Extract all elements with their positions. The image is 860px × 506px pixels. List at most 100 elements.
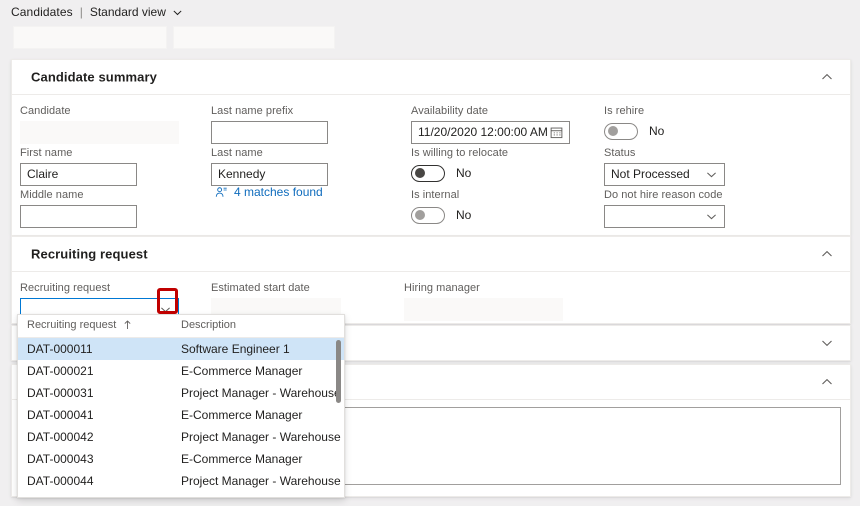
field-last-name-prefix-label: Last name prefix (211, 104, 328, 118)
recruiting-request-lookup-dropdown[interactable]: Recruiting request Description DAT-00001… (17, 314, 345, 498)
is-internal-value: No (456, 208, 471, 222)
lookup-column-header-description[interactable]: Description (181, 319, 236, 331)
field-hiring-manager-label: Hiring manager (404, 281, 563, 295)
field-first-name-label: First name (20, 146, 185, 160)
is-rehire-value: No (649, 124, 664, 138)
field-do-not-hire-reason-code: Do not hire reason code (604, 188, 725, 228)
candidate-input[interactable] (20, 121, 179, 144)
sort-ascending-icon (123, 320, 132, 330)
toolbar-placeholder-right (173, 26, 335, 49)
is-internal-toggle[interactable] (411, 207, 445, 224)
field-recruiting-request-label: Recruiting request (20, 281, 179, 295)
candidate-summary-header[interactable]: Candidate summary (12, 60, 850, 95)
matches-found-link-wrap: 4 matches found (215, 185, 323, 199)
calendar-icon[interactable] (550, 126, 563, 139)
field-is-willing-to-relocate-label: Is willing to relocate (411, 146, 508, 160)
field-is-rehire-label: Is rehire (604, 104, 664, 118)
field-is-rehire: Is rehire No (604, 104, 664, 141)
middle-name-input[interactable] (20, 205, 137, 228)
do-not-hire-reason-code-select[interactable] (604, 205, 725, 228)
is-rehire-toggle[interactable] (604, 123, 638, 140)
field-middle-name-label: Middle name (20, 188, 185, 202)
chevron-up-icon[interactable] (819, 374, 835, 390)
lookup-column-header-description-label: Description (181, 319, 236, 331)
hiring-manager-input[interactable] (404, 298, 563, 321)
field-candidate-label: Candidate (20, 104, 185, 118)
field-status-label: Status (604, 146, 725, 160)
lookup-row-id: DAT-000021 (27, 364, 94, 378)
field-is-internal-label: Is internal (411, 188, 471, 202)
lookup-row-description: E-Commerce Manager (181, 408, 302, 422)
lookup-row-description: E-Commerce Manager (181, 452, 302, 466)
chevron-down-icon[interactable] (705, 210, 718, 223)
field-status: Status Not Processed (604, 146, 725, 186)
chevron-down-icon[interactable] (819, 335, 835, 351)
lookup-row-id: DAT-000011 (27, 342, 93, 356)
lookup-row[interactable]: DAT-000021 E-Commerce Manager (18, 360, 344, 382)
lookup-row[interactable]: DAT-000042 Project Manager - Warehouse (18, 426, 344, 448)
field-availability-date-label: Availability date (411, 104, 570, 118)
last-name-value: Kennedy (218, 164, 265, 185)
person-badge-icon (215, 186, 228, 199)
chevron-down-icon[interactable] (705, 168, 718, 181)
recruiting-request-title: Recruiting request (31, 247, 148, 262)
lookup-row[interactable]: DAT-000011 Software Engineer 1 (18, 338, 344, 360)
field-availability-date: Availability date 11/20/2020 12:00:00 AM (411, 104, 570, 144)
lookup-row[interactable]: DAT-000031 Project Manager - Warehouse (18, 382, 344, 404)
chevron-up-icon[interactable] (819, 69, 835, 85)
lookup-row-id: DAT-000042 (27, 430, 94, 444)
lookup-row[interactable]: DAT-000044Project Manager - Warehouse (18, 470, 344, 492)
field-candidate: Candidate (20, 104, 185, 144)
candidate-summary-section: Candidate summary Candidate First name C… (11, 59, 851, 236)
lookup-row-description: Software Engineer 1 (181, 342, 290, 356)
toolbar-placeholder-left (13, 26, 167, 49)
breadcrumb-separator: | (80, 5, 83, 19)
lookup-row-description: E-Commerce Manager (181, 364, 302, 378)
lookup-row[interactable]: DAT-000041 E-Commerce Manager (18, 404, 344, 426)
lookup-scrollbar-thumb[interactable] (336, 340, 341, 403)
breadcrumb-bar: Candidates | Standard view (0, 0, 860, 23)
breadcrumb-root[interactable]: Candidates (11, 5, 73, 19)
field-hiring-manager: Hiring manager (404, 281, 563, 321)
field-last-name: Last name Kennedy (211, 146, 328, 186)
lookup-row-description: Project Manager - Warehouse (181, 430, 341, 444)
breadcrumb-view-label[interactable]: Standard view (90, 5, 166, 19)
status-value: Not Processed (611, 164, 690, 185)
chevron-up-icon[interactable] (819, 246, 835, 262)
lookup-row-list: DAT-000011 Software Engineer 1 DAT-000021 E… (18, 338, 344, 492)
toolbar-placeholder-row (0, 23, 860, 50)
availability-date-input[interactable]: 11/20/2020 12:00:00 AM (411, 121, 570, 144)
chevron-down-icon[interactable] (172, 7, 183, 18)
first-name-input[interactable]: Claire (20, 163, 137, 186)
status-select[interactable]: Not Processed (604, 163, 725, 186)
field-last-name-prefix: Last name prefix (211, 104, 328, 144)
field-first-name: First name Claire (20, 146, 185, 186)
recruiting-request-header[interactable]: Recruiting request (12, 237, 850, 272)
lookup-column-header-id[interactable]: Recruiting request (27, 319, 132, 331)
lookup-row-id: DAT-000031 (27, 386, 94, 400)
toggle-knob (415, 210, 425, 220)
field-is-internal: Is internal No (411, 188, 471, 225)
field-last-name-label: Last name (211, 146, 328, 160)
lookup-row[interactable]: DAT-000043 E-Commerce Manager (18, 448, 344, 470)
is-willing-to-relocate-value: No (456, 166, 471, 180)
lookup-row-description: Project Manager - Warehouse (181, 474, 341, 488)
toggle-knob (415, 168, 425, 178)
first-name-value: Claire (27, 164, 58, 185)
lookup-column-header-row: Recruiting request Description (18, 315, 344, 338)
availability-date-value: 11/20/2020 12:00:00 AM (418, 122, 548, 143)
field-do-not-hire-reason-code-label: Do not hire reason code (604, 188, 725, 202)
field-is-willing-to-relocate: Is willing to relocate No (411, 146, 508, 183)
lookup-row-id: DAT-000041 (27, 408, 94, 422)
lookup-row-description: Project Manager - Warehouse (181, 386, 341, 400)
matches-found-label: 4 matches found (234, 185, 323, 199)
recruiting-request-section: Recruiting request Recruiting request Es… (11, 236, 851, 324)
is-willing-to-relocate-toggle[interactable] (411, 165, 445, 182)
lookup-row-id: DAT-000043 (27, 452, 94, 466)
last-name-input[interactable]: Kennedy (211, 163, 328, 186)
field-middle-name: Middle name (20, 188, 185, 228)
lookup-column-header-id-label: Recruiting request (27, 319, 116, 331)
matches-found-link[interactable]: 4 matches found (215, 185, 323, 199)
last-name-prefix-input[interactable] (211, 121, 328, 144)
field-estimated-start-date-label: Estimated start date (211, 281, 341, 295)
